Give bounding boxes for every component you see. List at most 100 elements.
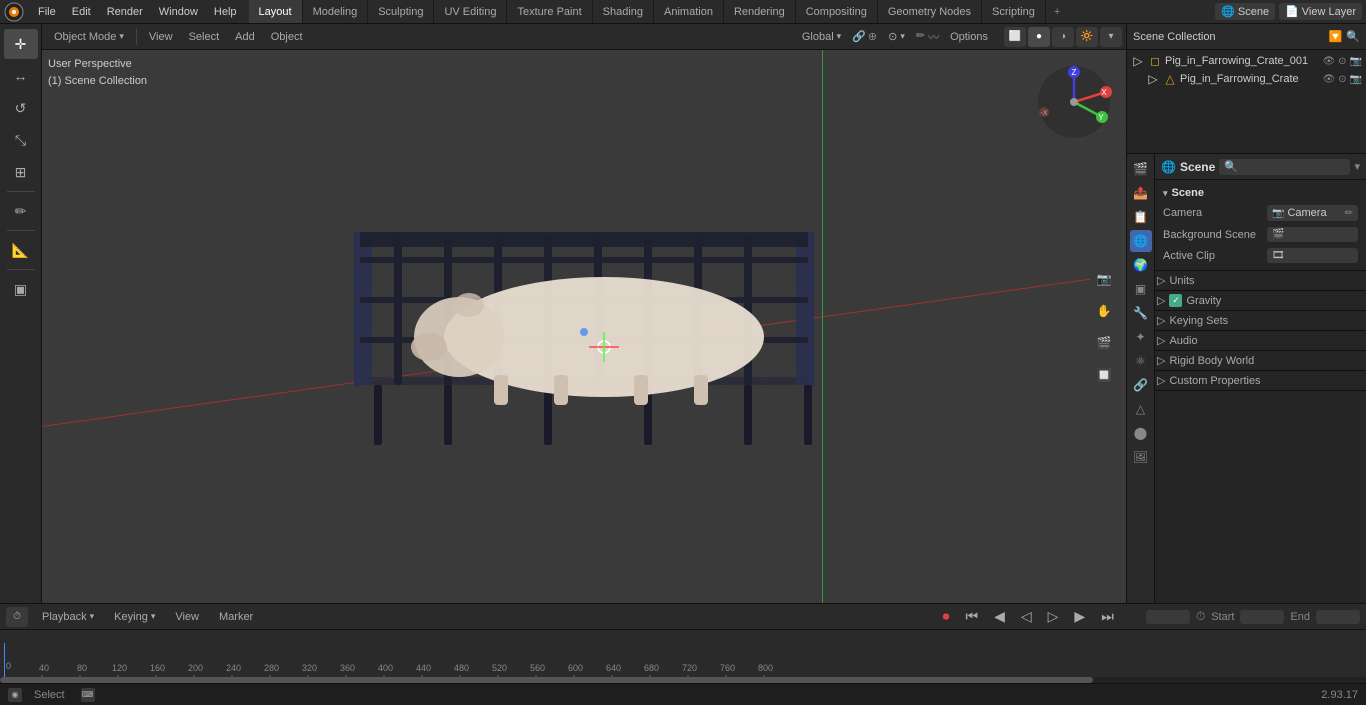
annotate-icon[interactable]: ✏ (916, 29, 925, 45)
menu-edit[interactable]: Edit (64, 4, 99, 20)
play-reverse-btn[interactable]: ◁ (1017, 606, 1036, 627)
tab-modeling[interactable]: Modeling (303, 0, 369, 23)
prop-material-icon[interactable]: ⬤ (1130, 422, 1152, 444)
shading-settings[interactable]: ▾ (1100, 27, 1122, 47)
tool-move[interactable]: ↔ (4, 61, 38, 91)
prop-view-layer-icon[interactable]: 📋 (1130, 206, 1152, 228)
prop-search-input[interactable] (1219, 159, 1350, 175)
tool-rotate[interactable]: ↺ (4, 93, 38, 123)
outliner-filter-icon[interactable]: 🔽 (1329, 30, 1343, 43)
vp-object-btn[interactable]: Object (263, 29, 311, 45)
current-frame-input[interactable]: 1 (1146, 610, 1190, 624)
vp-view-btn[interactable]: View (141, 29, 181, 45)
viewport-canvas[interactable]: User Perspective (1) Scene Collection (42, 50, 1126, 603)
prop-world-icon[interactable]: 🌍 (1130, 254, 1152, 276)
outliner-visibility-2[interactable]: 👁 (1322, 74, 1335, 85)
prop-output-icon[interactable]: 📤 (1130, 182, 1152, 204)
play-btn[interactable]: ▷ (1044, 606, 1063, 627)
view-btn[interactable]: View (169, 609, 205, 625)
scene-3d-object[interactable] (294, 137, 874, 517)
jump-end-btn[interactable]: ⏭ (1097, 606, 1118, 627)
prop-scene-icon[interactable]: 🌐 (1130, 230, 1152, 252)
prop-texture-icon[interactable]: 🖼 (1130, 446, 1152, 468)
snap-controls[interactable]: 🔗⊕ (852, 30, 877, 43)
menu-window[interactable]: Window (151, 4, 206, 20)
outliner-select-2[interactable]: ⊙ (1338, 74, 1346, 85)
prop-object-icon[interactable]: ▣ (1130, 278, 1152, 300)
tool-annotate[interactable]: ✏ (4, 196, 38, 226)
prop-particles-icon[interactable]: ✦ (1130, 326, 1152, 348)
tab-layout[interactable]: Layout (249, 0, 303, 23)
options-button[interactable]: Options (942, 29, 996, 45)
shading-material[interactable]: ◑ (1052, 27, 1074, 47)
next-frame-btn[interactable]: ▶ (1070, 606, 1089, 627)
vp-select-btn[interactable]: Select (181, 29, 228, 45)
keying-sets-section[interactable]: ▷ Keying Sets (1155, 311, 1366, 331)
tool-add-cube[interactable]: ▣ (4, 274, 38, 304)
gravity-checkbox[interactable]: ✓ (1169, 294, 1182, 307)
tab-rendering[interactable]: Rendering (724, 0, 796, 23)
tab-uv-editing[interactable]: UV Editing (434, 0, 507, 23)
rigid-body-world-section[interactable]: ▷ Rigid Body World (1155, 351, 1366, 371)
frame-clock-icon[interactable]: ⏱ (1196, 609, 1205, 624)
prop-physics-icon[interactable]: ⚛ (1130, 350, 1152, 372)
navigation-gizmo[interactable]: X Y Z -X (1034, 62, 1114, 142)
record-btn[interactable]: ⏺ (938, 606, 953, 627)
end-frame-input[interactable]: 250 (1316, 610, 1360, 624)
jump-start-btn[interactable]: ⏮ (961, 606, 982, 627)
background-scene-value[interactable]: 🎬 (1267, 227, 1358, 242)
outliner-item-pig-crate-001[interactable]: ▷ ◻ Pig_in_Farrowing_Crate_001 👁 ⊙ 📷 (1127, 52, 1366, 70)
timeline-ruler[interactable]: 0 40 80 120 160 200 240 280 320 360 (0, 630, 1366, 683)
custom-properties-section[interactable]: ▷ Custom Properties (1155, 371, 1366, 391)
marker-btn[interactable]: Marker (213, 609, 259, 625)
tab-shading[interactable]: Shading (593, 0, 654, 23)
outliner-render-2[interactable]: 📷 (1350, 74, 1362, 85)
transform-orientation[interactable]: Global (794, 29, 849, 45)
pan-view-btn[interactable]: ✋ (1090, 297, 1118, 325)
tab-scripting[interactable]: Scripting (982, 0, 1046, 23)
active-clip-value[interactable]: 🎞 (1267, 248, 1358, 263)
menu-help[interactable]: Help (206, 4, 245, 20)
tab-add-button[interactable]: + (1046, 3, 1068, 21)
outliner-item-pig-crate[interactable]: ▷ △ Pig_in_Farrowing_Crate 👁 ⊙ 📷 (1127, 70, 1366, 88)
tab-compositing[interactable]: Compositing (796, 0, 878, 23)
tab-texture-paint[interactable]: Texture Paint (507, 0, 592, 23)
orbit-view-btn[interactable]: 🎬 (1090, 329, 1118, 357)
audio-section[interactable]: ▷ Audio (1155, 331, 1366, 351)
scene-section-header[interactable]: ▾ Scene (1163, 184, 1358, 202)
start-frame-input[interactable]: 1 (1240, 610, 1284, 624)
timeline-scrollbar[interactable] (0, 677, 1366, 683)
camera-edit-icon[interactable]: ✏ (1345, 208, 1353, 219)
camera-value[interactable]: 📷 Camera ✏ (1267, 205, 1358, 221)
shading-solid[interactable]: ● (1028, 27, 1050, 47)
prop-object-data-icon[interactable]: △ (1130, 398, 1152, 420)
scene-selector[interactable]: 🌐 Scene (1215, 3, 1275, 20)
prop-render-icon[interactable]: 🎬 (1130, 158, 1152, 180)
camera-view-btn[interactable]: 📷 (1090, 265, 1118, 293)
vp-add-btn[interactable]: Add (227, 29, 263, 45)
tab-geometry-nodes[interactable]: Geometry Nodes (878, 0, 982, 23)
tab-sculpting[interactable]: Sculpting (368, 0, 434, 23)
zoom-view-btn[interactable]: 🔲 (1090, 361, 1118, 389)
prev-frame-btn[interactable]: ◀ (990, 606, 1009, 627)
tab-animation[interactable]: Animation (654, 0, 724, 23)
prop-modifier-icon[interactable]: 🔧 (1130, 302, 1152, 324)
keying-btn[interactable]: Keying (108, 609, 161, 625)
gravity-section[interactable]: ▷ ✓ Gravity (1155, 291, 1366, 311)
prop-options-icon[interactable]: ▾ (1354, 160, 1360, 173)
tool-cursor[interactable]: ✛ (4, 29, 38, 59)
prop-constraints-icon[interactable]: 🔗 (1130, 374, 1152, 396)
timeline-mode-icon[interactable]: ⏱ (6, 607, 28, 627)
view-layer-selector[interactable]: 📄 View Layer (1279, 3, 1362, 20)
menu-file[interactable]: File (30, 4, 64, 20)
object-mode-selector[interactable]: Object Mode (46, 29, 132, 45)
tool-scale[interactable]: ⤡ (4, 125, 38, 155)
menu-render[interactable]: Render (99, 4, 151, 20)
tool-transform[interactable]: ⊞ (4, 157, 38, 187)
outliner-select-1[interactable]: ⊙ (1338, 56, 1346, 67)
outliner-visibility-1[interactable]: 👁 (1322, 56, 1335, 67)
shading-rendered[interactable]: 🔆 (1076, 27, 1098, 47)
tool-measure[interactable]: 📐 (4, 235, 38, 265)
timeline-scrollbar-thumb[interactable] (0, 677, 1093, 683)
playback-btn[interactable]: Playback (36, 609, 100, 625)
